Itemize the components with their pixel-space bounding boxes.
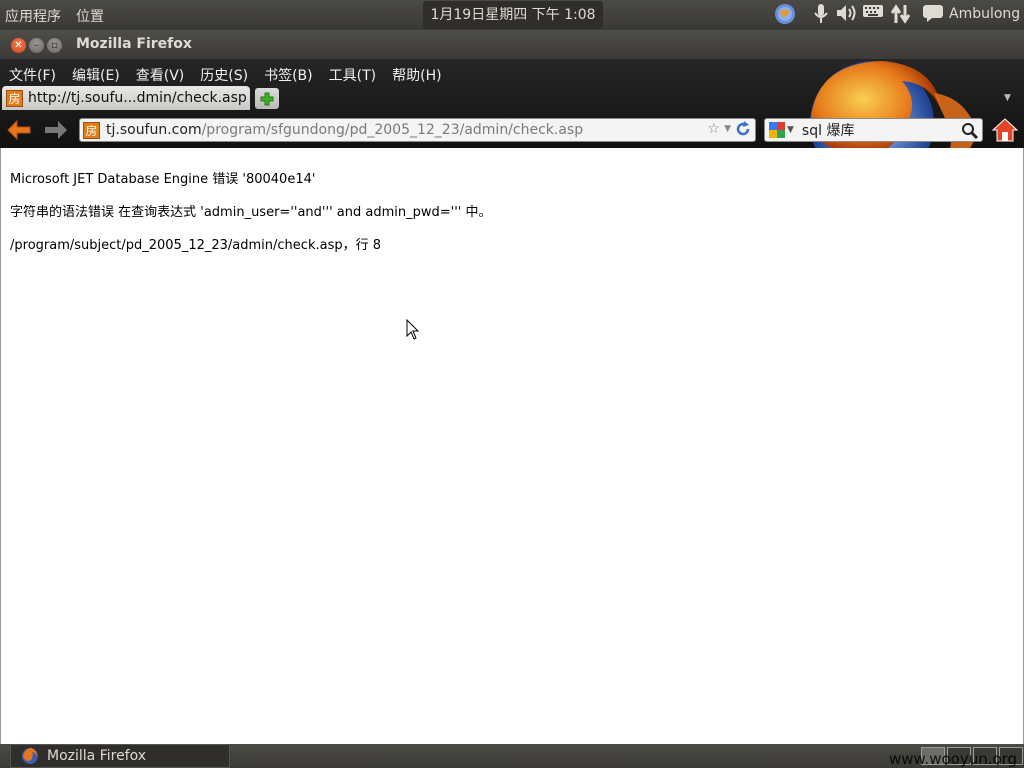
- forward-arrow-icon: [45, 121, 67, 139]
- close-window-button[interactable]: ✕: [11, 38, 26, 53]
- back-arrow-icon: [7, 119, 31, 141]
- error-title: Microsoft JET Database Engine 错误 '80040e…: [10, 172, 316, 187]
- tab-check-asp[interactable]: 房 http://tj.soufu...dmin/check.asp: [2, 86, 250, 110]
- keyboard-icon[interactable]: [861, 3, 885, 19]
- search-icon[interactable]: [961, 122, 979, 140]
- menu-edit[interactable]: 编辑(E): [64, 59, 128, 87]
- menu-help[interactable]: 帮助(H): [384, 59, 449, 87]
- url-history-dropdown-icon[interactable]: ▼: [724, 124, 731, 134]
- navigation-toolbar: 房 tj.soufun.com/program/sfgundong/pd_200…: [0, 114, 1024, 146]
- menu-bookmarks[interactable]: 书签(B): [256, 59, 321, 87]
- error-location: /program/subject/pd_2005_12_23/admin/che…: [10, 238, 382, 253]
- new-tab-button[interactable]: [255, 88, 279, 109]
- plus-icon: [260, 92, 274, 105]
- update-globe-icon[interactable]: [773, 3, 797, 25]
- applications-menu[interactable]: 应用程序: [5, 6, 61, 26]
- watermark: www.wooyun.org: [889, 750, 1018, 768]
- window-titlebar[interactable]: ✕ – ▫ Mozilla Firefox: [0, 30, 1024, 59]
- search-engine-selector[interactable]: ▼: [769, 122, 794, 138]
- desktop: 应用程序 位置 1月19日星期四 下午 1:08 Ambulong ✕ – ▫ …: [0, 0, 1024, 768]
- messaging-icon[interactable]: [921, 3, 945, 23]
- menu-view[interactable]: 查看(V): [128, 59, 193, 87]
- soufun-favicon-icon: 房: [6, 89, 23, 107]
- site-identity-icon[interactable]: 房: [83, 121, 100, 139]
- minimize-window-button[interactable]: –: [29, 38, 44, 53]
- network-icon[interactable]: [889, 3, 913, 25]
- places-menu[interactable]: 位置: [76, 6, 104, 26]
- window-title: Mozilla Firefox: [76, 36, 192, 52]
- user-menu[interactable]: Ambulong: [949, 6, 1020, 22]
- search-input[interactable]: sql 爆库: [802, 120, 855, 140]
- menu-file[interactable]: 文件(F): [0, 59, 64, 87]
- error-message: 字符串的语法错误 在查询表达式 'admin_user=''and''' and…: [10, 205, 492, 220]
- forward-button[interactable]: [43, 119, 69, 145]
- volume-icon[interactable]: [834, 3, 858, 23]
- home-icon: [991, 118, 1019, 142]
- firefox-icon: [22, 748, 38, 764]
- mouse-pointer-icon: [406, 319, 420, 340]
- reload-icon[interactable]: [735, 121, 751, 137]
- page-content: Microsoft JET Database Engine 错误 '80040e…: [0, 148, 1024, 744]
- url-bar[interactable]: 房 tj.soufun.com/program/sfgundong/pd_200…: [79, 118, 756, 142]
- bottom-panel: Mozilla Firefox www.wooyun.org: [0, 744, 1024, 768]
- clock[interactable]: 1月19日星期四 下午 1:08: [423, 1, 603, 29]
- engine-dropdown-icon: ▼: [787, 125, 794, 135]
- google-icon: [769, 122, 785, 138]
- home-button[interactable]: [991, 117, 1019, 147]
- tab-title: http://tj.soufu...dmin/check.asp: [28, 90, 247, 106]
- search-bar[interactable]: ▼ sql 爆库: [764, 118, 983, 142]
- microphone-icon[interactable]: [810, 3, 832, 25]
- browser-chrome: 文件(F) 编辑(E) 查看(V) 历史(S) 书签(B) 工具(T) 帮助(H…: [0, 59, 1024, 148]
- url-host: tj.soufun.com: [106, 122, 202, 138]
- menu-tools[interactable]: 工具(T): [321, 59, 384, 87]
- url-path: /program/sfgundong/pd_2005_12_23/admin/c…: [201, 122, 584, 138]
- bookmark-star-icon[interactable]: ☆: [708, 121, 721, 137]
- top-panel: 应用程序 位置 1月19日星期四 下午 1:08 Ambulong: [0, 0, 1024, 30]
- back-button[interactable]: [6, 119, 32, 145]
- tab-list-arrow-icon[interactable]: ▼: [1004, 93, 1011, 103]
- menubar: 文件(F) 编辑(E) 查看(V) 历史(S) 书签(B) 工具(T) 帮助(H…: [0, 59, 450, 87]
- menu-history[interactable]: 历史(S): [192, 59, 256, 87]
- maximize-window-button[interactable]: ▫: [47, 38, 62, 53]
- taskbar-firefox[interactable]: Mozilla Firefox: [10, 744, 230, 768]
- taskbar-label: Mozilla Firefox: [47, 748, 147, 764]
